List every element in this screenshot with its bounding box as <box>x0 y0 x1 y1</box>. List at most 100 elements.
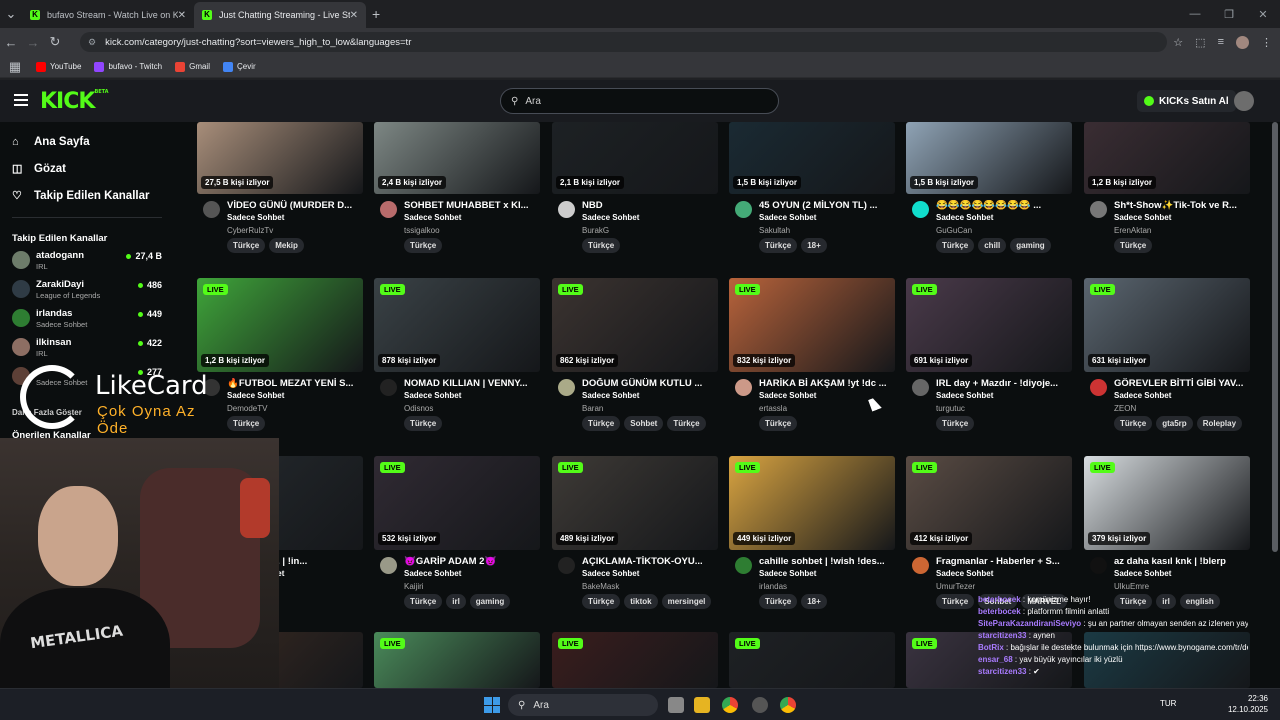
stream-category[interactable]: Sadece Sohbet <box>759 213 816 222</box>
stream-category[interactable]: Sadece Sohbet <box>1114 569 1171 578</box>
chrome-icon-2[interactable] <box>780 697 796 713</box>
close-tab-icon[interactable]: ✕ <box>178 10 186 21</box>
channel-name[interactable]: UlkuEmre <box>1114 582 1149 591</box>
stream-category[interactable]: Sadece Sohbet <box>936 569 993 578</box>
back-icon[interactable]: ← <box>0 35 22 50</box>
channel-name[interactable]: ZEON <box>1114 404 1136 413</box>
profile-avatar[interactable] <box>1236 35 1249 49</box>
stream-category[interactable]: Sadece Sohbet <box>227 213 284 222</box>
tag-pill[interactable]: Mekip <box>269 238 304 253</box>
stream-title[interactable]: Sh*t-Show✨Tik-Tok ve R... <box>1114 200 1248 211</box>
close-tab-icon[interactable]: ✕ <box>350 10 358 21</box>
stream-category[interactable]: Sadece Sohbet <box>759 391 816 400</box>
channel-avatar[interactable] <box>1090 201 1107 218</box>
stream-thumbnail[interactable]: 1,5 B kişi izliyor <box>906 122 1072 194</box>
url-field[interactable]: ⚙ kick.com/category/just-chatting?sort=v… <box>80 32 1167 52</box>
stream-title[interactable]: SOHBET MUHABBET x KI... <box>404 200 538 211</box>
stream-title[interactable]: 45 OYUN (2 MİLYON TL) ... <box>759 200 893 211</box>
channel-avatar[interactable] <box>203 201 220 218</box>
channel-avatar[interactable] <box>558 379 575 396</box>
extensions-icon[interactable]: ⬚ <box>1195 36 1205 49</box>
bookmark-gmail[interactable]: Gmail <box>175 61 210 72</box>
kick-logo[interactable]: KICKBETA <box>40 89 109 114</box>
hamburger-menu-icon[interactable] <box>14 94 28 106</box>
tag-pill[interactable]: Türkçe <box>582 416 621 431</box>
tag-pill[interactable]: Türkçe <box>404 416 443 431</box>
search-input[interactable]: ⚲ Ara <box>500 88 779 114</box>
tag-pill[interactable]: Türkçe <box>582 594 621 609</box>
bookmark-youtube[interactable]: YouTube <box>36 61 81 72</box>
stream-thumbnail[interactable]: LIVE <box>552 632 718 688</box>
channel-avatar[interactable] <box>735 557 752 574</box>
tag-pill[interactable]: Türkçe <box>227 238 266 253</box>
stream-title[interactable]: Fragmanlar - Haberler + S... <box>936 556 1070 567</box>
clock[interactable]: 22:36 12.10.2025 <box>1228 693 1268 715</box>
sidebar-item-home[interactable]: ⌂ Ana Sayfa <box>12 136 90 148</box>
sidebar-item-following[interactable]: ♡ Takip Edilen Kanallar <box>12 189 149 203</box>
tab-bufavo[interactable]: K bufavo Stream - Watch Live on Kick ✕ <box>22 2 194 28</box>
channel-avatar[interactable] <box>912 201 929 218</box>
followed-channel[interactable]: atadogann IRL 27,4 B <box>12 247 162 273</box>
stream-thumbnail[interactable]: LIVE <box>374 632 540 688</box>
site-info-icon[interactable]: ⚙ <box>88 37 96 48</box>
tag-pill[interactable]: Türkçe <box>582 238 621 253</box>
forward-icon[interactable]: → <box>22 35 44 50</box>
bookmark-star-icon[interactable]: ☆ <box>1173 36 1183 49</box>
channel-name[interactable]: tssigalkoo <box>404 226 440 235</box>
tab-just-chatting[interactable]: K Just Chatting Streaming - Live Streams… <box>194 2 366 28</box>
close-window-icon[interactable]: ✕ <box>1246 8 1280 21</box>
channel-name[interactable]: ErenAktan <box>1114 226 1151 235</box>
channel-avatar[interactable] <box>558 201 575 218</box>
tag-pill[interactable]: Türkçe <box>759 594 798 609</box>
channel-avatar[interactable] <box>912 557 929 574</box>
channel-name[interactable]: BurakG <box>582 226 609 235</box>
tag-pill[interactable]: 18+ <box>801 238 827 253</box>
stream-title[interactable]: HARİKA Bİ AKŞAM !yt !dc ... <box>759 378 893 389</box>
stream-title[interactable]: az daha kasıl knk | !blerp <box>1114 556 1248 567</box>
tag-pill[interactable]: 18+ <box>801 594 827 609</box>
tag-pill[interactable]: Türkçe <box>936 238 975 253</box>
menu-icon[interactable]: ⋮ <box>1261 36 1272 49</box>
tag-pill[interactable]: tiktok <box>624 594 658 609</box>
stream-thumbnail[interactable]: LIVE 878 kişi izliyor <box>374 278 540 372</box>
tag-pill[interactable]: Roleplay <box>1196 416 1243 431</box>
stream-thumbnail[interactable]: 27,5 B kişi izliyor <box>197 122 363 194</box>
maximize-icon[interactable]: ❐ <box>1212 8 1246 21</box>
tag-pill[interactable]: Türkçe <box>936 594 975 609</box>
followed-channel[interactable]: ZarakiDayi League of Legends 486 <box>12 276 162 302</box>
tag-pill[interactable]: Sohbet <box>624 416 664 431</box>
stream-thumbnail[interactable]: 2,1 B kişi izliyor <box>552 122 718 194</box>
tag-pill[interactable]: Türkçe <box>936 416 975 431</box>
tag-pill[interactable]: gaming <box>1010 238 1051 253</box>
scrollbar[interactable] <box>1272 122 1278 552</box>
tag-pill[interactable]: Türkçe <box>1114 238 1153 253</box>
tag-pill[interactable]: Türkçe <box>404 594 443 609</box>
tag-pill[interactable]: Türkçe <box>404 238 443 253</box>
user-avatar[interactable] <box>1234 91 1254 111</box>
stream-title[interactable]: cahille sohbet | !wish !des... <box>759 556 893 567</box>
tag-pill[interactable]: irl <box>446 594 466 609</box>
stream-thumbnail[interactable]: LIVE 379 kişi izliyor <box>1084 456 1250 550</box>
followed-channel[interactable]: ilkinsan IRL 422 <box>12 334 162 360</box>
channel-avatar[interactable] <box>912 379 929 396</box>
tag-pill[interactable]: Türkçe <box>227 416 266 431</box>
stream-category[interactable]: Sadece Sohbet <box>1114 213 1171 222</box>
new-tab-icon[interactable]: + <box>372 6 380 22</box>
stream-thumbnail[interactable]: LIVE 1,2 B kişi izliyor <box>197 278 363 372</box>
channel-name[interactable]: Baran <box>582 404 603 413</box>
stream-category[interactable]: Sadece Sohbet <box>759 569 816 578</box>
channel-avatar[interactable] <box>380 379 397 396</box>
tag-pill[interactable]: gta5rp <box>1156 416 1193 431</box>
media-icon[interactable]: ≡ <box>1218 36 1224 48</box>
stream-category[interactable]: Sadece Sohbet <box>1114 391 1171 400</box>
stream-thumbnail[interactable]: LIVE 489 kişi izliyor <box>552 456 718 550</box>
taskbar-search[interactable]: ⚲ Ara <box>508 694 658 716</box>
stream-category[interactable]: Sadece Sohbet <box>404 391 461 400</box>
stream-category[interactable]: Sadece Sohbet <box>404 569 461 578</box>
channel-name[interactable]: CyberRulzTv <box>227 226 273 235</box>
stream-title[interactable]: VİDEO GÜNÜ (MURDER D... <box>227 200 361 211</box>
windows-start-icon[interactable] <box>484 697 500 713</box>
tag-pill[interactable]: Türkçe <box>1114 416 1153 431</box>
obs-icon[interactable] <box>752 697 768 713</box>
channel-avatar[interactable] <box>380 557 397 574</box>
